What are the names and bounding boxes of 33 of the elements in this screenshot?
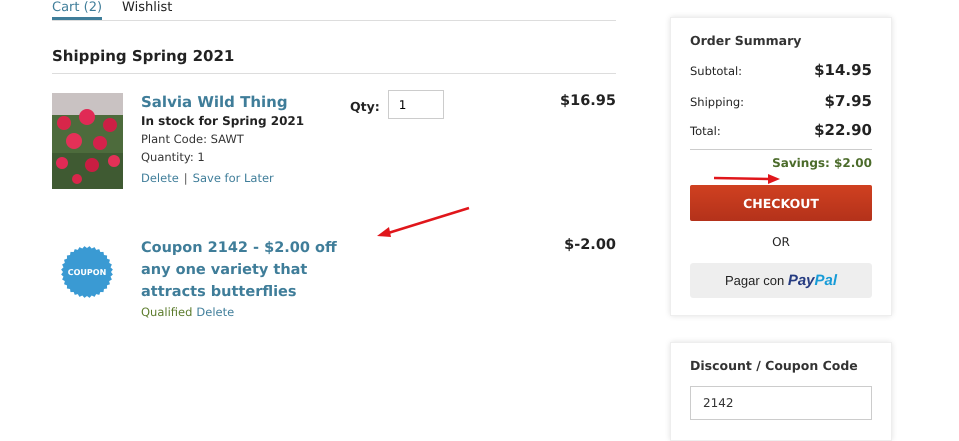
summary-label: Subtotal:	[690, 64, 742, 78]
coupon-badge-icon	[61, 246, 113, 298]
paypal-button[interactable]: Pagar con PayPal	[690, 263, 872, 298]
summary-value: $7.95	[824, 92, 872, 110]
coupon-title: Coupon 2142 - $2.00 off any one variety that attracts butterflies	[141, 239, 338, 302]
qty-label: Qty:	[350, 99, 380, 114]
savings-text: Savings: $2.00	[772, 156, 872, 170]
tab[interactable]: Wishlist	[122, 0, 172, 20]
summary-label: Total:	[690, 124, 721, 138]
or-text: OR	[772, 235, 790, 249]
item-price: $16.95	[560, 93, 616, 109]
stock-status: In stock for Spring 2021	[141, 114, 306, 128]
delete-link[interactable]: Delete	[141, 171, 179, 185]
separator: |	[184, 171, 188, 185]
summary-label: Shipping:	[690, 95, 744, 109]
section-title: Shipping Spring 2021	[52, 47, 616, 74]
annotation-arrow	[714, 174, 780, 184]
summary-value: $14.95	[814, 61, 872, 79]
quantity-text: Quantity: 1	[141, 150, 206, 164]
qty-field[interactable]: 1	[388, 90, 444, 119]
plant-code: Plant Code: SAWT	[141, 132, 245, 146]
product-name-link[interactable]: Salvia Wild Thing	[141, 93, 341, 111]
coupon-badge-text: COUPON	[68, 268, 106, 276]
save-for-later-link[interactable]: Save for Later	[192, 171, 274, 185]
coupon-price: $-2.00	[564, 237, 616, 253]
qualified-status: Qualified	[141, 305, 192, 319]
delete-link[interactable]: Delete	[196, 305, 234, 319]
checkout-button[interactable]: CHECKOUT	[690, 185, 872, 221]
tab[interactable]: Cart (2)	[52, 0, 102, 20]
summary-value: $22.90	[814, 121, 872, 139]
coupon-code-field[interactable]: 2142	[690, 386, 872, 420]
card-title: Discount / Coupon Code	[690, 358, 859, 373]
card-title: Order Summary	[690, 33, 802, 48]
